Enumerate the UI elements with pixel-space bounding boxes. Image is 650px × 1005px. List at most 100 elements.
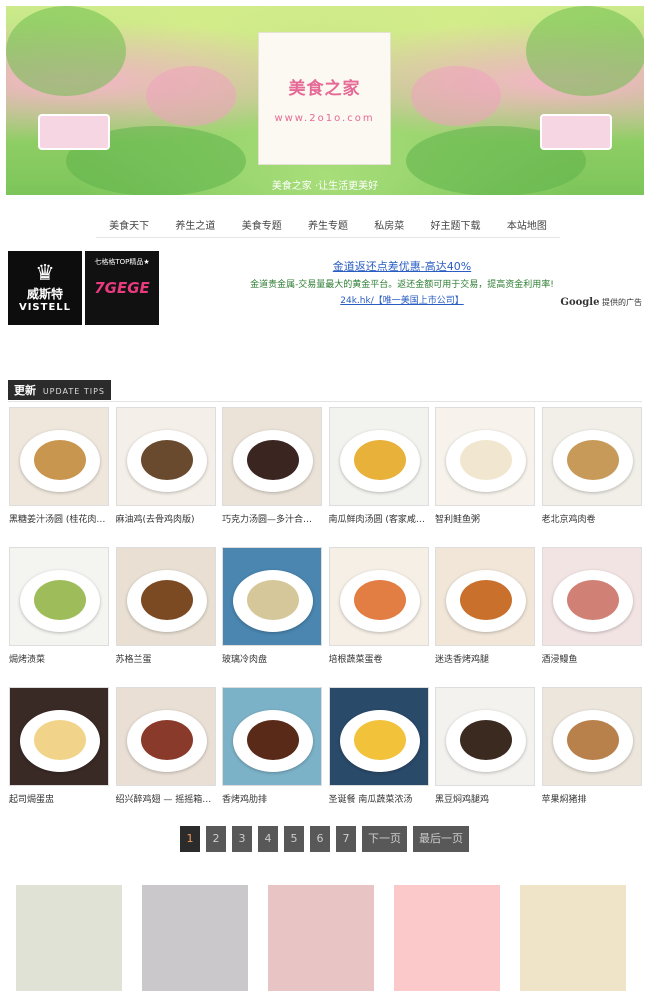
recipe-title[interactable]: 培根蔬菜蛋卷 xyxy=(329,652,429,665)
ad-banner-7gege[interactable]: 七格格TOP精品★ 7GEGE xyxy=(85,251,159,325)
recipe-thumbnail[interactable] xyxy=(9,547,109,646)
recipe-thumbnail[interactable] xyxy=(435,407,535,506)
ad-brand-cn: 威斯特 xyxy=(26,287,63,301)
nav-item-yangsheng-zhuanti[interactable]: 养生专题 xyxy=(308,217,348,232)
recipe-thumbnail[interactable] xyxy=(9,687,109,786)
recipe-title[interactable]: 苏格兰蛋 xyxy=(116,652,216,665)
food-shape xyxy=(140,720,193,760)
next-page-link[interactable]: 下一页 xyxy=(362,826,407,852)
recipe-title[interactable]: 南瓜鲜肉汤圆 (客家咸… xyxy=(329,512,429,525)
recipe-thumbnail[interactable] xyxy=(435,687,535,786)
recipe-card[interactable]: 焗烤渍菜 xyxy=(9,547,109,665)
main-nav: 美食天下 养生之道 美食专题 养生专题 私房菜 好主题下载 本站地图 xyxy=(96,211,560,238)
recipe-thumbnail[interactable] xyxy=(115,407,216,506)
recipe-title[interactable]: 智利鲑鱼粥 xyxy=(435,512,535,525)
recipe-thumbnail[interactable] xyxy=(541,547,642,646)
recipe-title[interactable]: 黑豆焖鸡腿鸡 xyxy=(435,792,535,805)
color-swatch[interactable] xyxy=(16,885,122,991)
nav-item-meishi-zhuanti[interactable]: 美食专题 xyxy=(242,217,282,232)
food-shape xyxy=(353,580,406,620)
page-7-link[interactable]: 7 xyxy=(336,826,356,852)
recipe-thumbnail[interactable] xyxy=(115,547,216,646)
recipe-card[interactable]: 黑糖姜汁汤圆 (桂花肉… xyxy=(9,407,109,525)
recipe-thumbnail[interactable] xyxy=(222,687,322,786)
recipe-card[interactable]: 苹果焖猪排 xyxy=(541,687,642,805)
bed-illustration xyxy=(38,114,110,150)
recipe-card[interactable]: 玻璃冷肉盘 xyxy=(222,547,322,665)
recipe-thumbnail[interactable] xyxy=(115,687,216,786)
recipe-card[interactable]: 巧克力汤圆—多汁合… xyxy=(222,407,322,525)
color-swatch[interactable] xyxy=(520,885,626,991)
text-ad-headline[interactable]: 金道返还点差优惠-高达40% xyxy=(160,258,644,274)
food-shape xyxy=(34,720,86,760)
recipe-title[interactable]: 黑糖姜汁汤圆 (桂花肉… xyxy=(9,512,109,525)
recipe-title[interactable]: 巧克力汤圆—多汁合… xyxy=(222,512,322,525)
recipe-card[interactable]: 起司焗蛋盅 xyxy=(9,687,109,805)
pagination: 1 2 3 4 5 6 7 下一页 最后一页 xyxy=(180,826,469,852)
recipe-title[interactable]: 焗烤渍菜 xyxy=(9,652,109,665)
recipe-title[interactable]: 麻油鸡(去骨鸡肉版) xyxy=(116,512,216,525)
bed-illustration xyxy=(540,114,612,150)
recipe-title[interactable]: 玻璃冷肉盘 xyxy=(222,652,322,665)
food-shape xyxy=(140,440,193,480)
google-ads-label[interactable]: Google 提供的广告 xyxy=(560,297,642,308)
last-page-link[interactable]: 最后一页 xyxy=(413,826,469,852)
recipe-title[interactable]: 香烤鸡肋排 xyxy=(222,792,322,805)
recipe-thumbnail[interactable] xyxy=(541,407,642,506)
recipe-card[interactable]: 麻油鸡(去骨鸡肉版) xyxy=(115,407,216,525)
flower-decoration xyxy=(146,66,236,126)
recipe-card[interactable]: 绍兴醉鸡翅 — 摇摇箱… xyxy=(115,687,216,805)
page-4-link[interactable]: 4 xyxy=(258,826,278,852)
ad-top-text: 七格格TOP精品★ xyxy=(94,258,150,266)
food-shape xyxy=(247,580,299,620)
recipe-title[interactable]: 起司焗蛋盅 xyxy=(9,792,109,805)
section-title: 更新 xyxy=(14,384,36,397)
recipe-title[interactable]: 老北京鸡肉卷 xyxy=(542,512,642,525)
recipe-thumbnail[interactable] xyxy=(9,407,109,506)
recipe-thumbnail[interactable] xyxy=(328,407,429,506)
lotus-logo-icon: ♛ xyxy=(35,261,55,286)
banner-caption: 美食之家 ·让生活更美好 xyxy=(271,181,379,192)
recipe-title[interactable]: 苹果焖猪排 xyxy=(542,792,642,805)
page-3-link[interactable]: 3 xyxy=(232,826,252,852)
food-shape xyxy=(566,720,619,760)
recipe-card[interactable]: 智利鲑鱼粥 xyxy=(435,407,535,525)
recipe-thumbnail[interactable] xyxy=(328,547,429,646)
recipe-thumbnail[interactable] xyxy=(328,687,429,786)
food-shape xyxy=(566,440,619,480)
nav-item-sitemap[interactable]: 本站地图 xyxy=(507,217,547,232)
recipe-card[interactable]: 迷迭香烤鸡腿 xyxy=(435,547,535,665)
color-swatch[interactable] xyxy=(394,885,500,991)
recipe-title[interactable]: 迷迭香烤鸡腿 xyxy=(435,652,535,665)
nav-item-sifangcai[interactable]: 私房菜 xyxy=(374,217,404,232)
recipe-thumbnail[interactable] xyxy=(435,547,535,646)
page-1-link[interactable]: 1 xyxy=(180,826,200,852)
food-shape xyxy=(140,580,193,620)
recipe-title[interactable]: 圣诞餐 南瓜蔬菜浓汤 xyxy=(329,792,429,805)
recipe-thumbnail[interactable] xyxy=(541,687,642,786)
recipe-thumbnail[interactable] xyxy=(222,547,322,646)
site-logo[interactable]: 美食之家 www.2o1o.com xyxy=(258,32,391,165)
color-swatch[interactable] xyxy=(142,885,248,991)
recipe-card[interactable]: 香烤鸡肋排 xyxy=(222,687,322,805)
recipe-thumbnail[interactable] xyxy=(222,407,322,506)
recipe-card[interactable]: 培根蔬菜蛋卷 xyxy=(328,547,429,665)
nav-item-yangsheng-zhidao[interactable]: 养生之道 xyxy=(175,217,215,232)
nav-item-meishi-tianxia[interactable]: 美食天下 xyxy=(109,217,149,232)
nav-item-theme-download[interactable]: 好主题下载 xyxy=(431,217,481,232)
recipe-card[interactable]: 苏格兰蛋 xyxy=(115,547,216,665)
recipe-title[interactable]: 绍兴醉鸡翅 — 摇摇箱… xyxy=(116,792,216,805)
recipe-title[interactable]: 酒浸鳗鱼 xyxy=(542,652,642,665)
recipe-card[interactable]: 黑豆焖鸡腿鸡 xyxy=(435,687,535,805)
page-5-link[interactable]: 5 xyxy=(284,826,304,852)
recipe-card[interactable]: 酒浸鳗鱼 xyxy=(541,547,642,665)
ads-provided-text: 提供的广告 xyxy=(602,298,642,307)
page-6-link[interactable]: 6 xyxy=(310,826,330,852)
color-swatch[interactable] xyxy=(268,885,374,991)
food-shape xyxy=(34,440,86,480)
recipe-card[interactable]: 老北京鸡肉卷 xyxy=(541,407,642,525)
recipe-card[interactable]: 南瓜鲜肉汤圆 (客家咸… xyxy=(328,407,429,525)
ad-banner-vistell[interactable]: ♛ 威斯特 VISTELL xyxy=(8,251,82,325)
recipe-card[interactable]: 圣诞餐 南瓜蔬菜浓汤 xyxy=(328,687,429,805)
page-2-link[interactable]: 2 xyxy=(206,826,226,852)
